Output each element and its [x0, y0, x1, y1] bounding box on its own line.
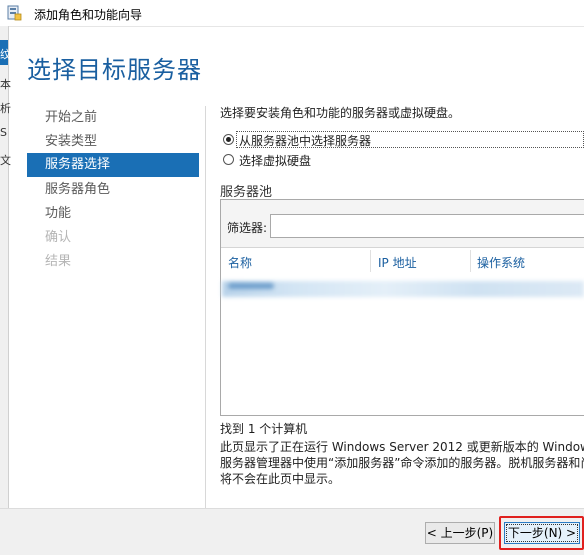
column-header-name[interactable]: 名称: [228, 254, 252, 271]
info-text-line: 将不会在此页中显示。: [220, 472, 341, 486]
background-char: 文: [0, 154, 11, 167]
redacted-server-row: [222, 281, 584, 297]
nav-item-installation-type[interactable]: 安装类型: [27, 130, 199, 154]
nav-item-confirmation: 确认: [45, 230, 72, 245]
column-separator: [370, 250, 371, 272]
column-header-ip[interactable]: IP 地址: [378, 254, 417, 271]
radio-server-pool-label[interactable]: 从服务器池中选择服务器: [239, 132, 371, 149]
nav-item-results: 结果: [45, 254, 72, 269]
server-manager-icon: [7, 5, 22, 21]
redacted-server-name: [228, 283, 274, 289]
highlight-annotation: [499, 516, 584, 550]
radio-virtual-disk-label[interactable]: 选择虚拟硬盘: [239, 152, 311, 169]
button-bar: [0, 508, 584, 555]
found-count: 找到 1 个计算机: [220, 422, 308, 436]
description-text: 选择要安装角色和功能的服务器或虚拟硬盘。: [220, 106, 461, 120]
info-text-line: 服务器管理器中使用“添加服务器”命令添加的服务器。脱机服务器和尚: [220, 456, 584, 470]
nav-divider: [205, 106, 206, 508]
background-char: S: [0, 126, 7, 139]
radio-server-pool[interactable]: [223, 134, 234, 145]
nav-item-features[interactable]: 功能: [27, 202, 199, 226]
window-title: 添加角色和功能向导: [34, 8, 143, 22]
nav-item-before-you-begin[interactable]: 开始之前: [27, 106, 199, 130]
radio-virtual-disk[interactable]: [223, 154, 234, 165]
column-separator: [470, 250, 471, 272]
filter-input[interactable]: [270, 214, 584, 238]
background-char: 析: [0, 102, 11, 115]
nav-item-server-selection[interactable]: 服务器选择: [27, 153, 199, 177]
column-header-os[interactable]: 操作系统: [477, 254, 525, 271]
background-char: 本: [0, 78, 11, 91]
server-pool-title: 服务器池: [220, 185, 273, 200]
page-title: 选择目标服务器: [27, 56, 202, 84]
previous-button[interactable]: < 上一步(P): [425, 522, 495, 544]
background-char: 纹: [0, 48, 11, 61]
filter-label: 筛选器:: [227, 221, 268, 235]
nav-item-server-roles[interactable]: 服务器角色: [27, 178, 199, 202]
info-text-line: 此页显示了正在运行 Windows Server 2012 或更新版本的 Win…: [220, 440, 584, 454]
